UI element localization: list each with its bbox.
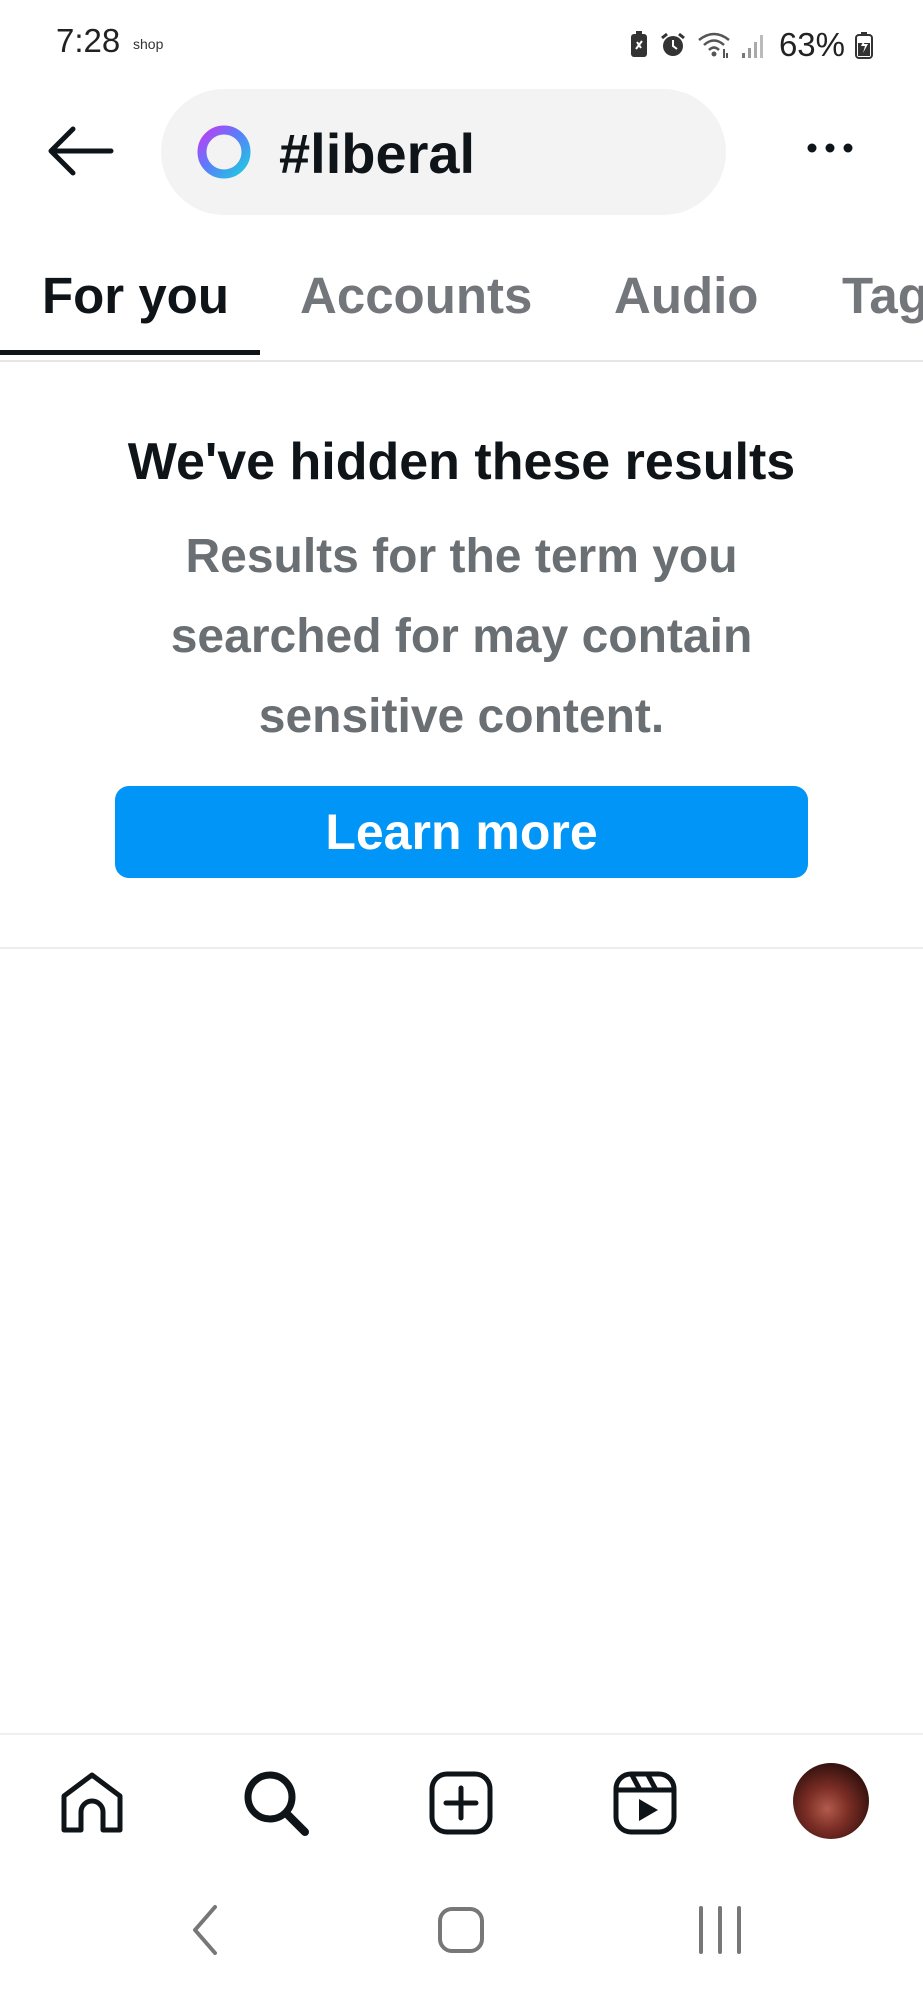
- battery-percentage: 63%: [778, 26, 845, 63]
- tab-accounts[interactable]: Accounts: [300, 266, 532, 325]
- learn-more-button[interactable]: Learn more: [115, 786, 808, 878]
- battery-icon: [855, 31, 873, 59]
- search-icon: [241, 1768, 311, 1843]
- bottom-navigation: [0, 1733, 923, 1869]
- reels-icon: [612, 1770, 678, 1841]
- tab-for-you[interactable]: For you: [42, 266, 229, 325]
- hashtag-ring-icon: [196, 124, 252, 180]
- search-tabs: For you Accounts Audio Tags: [0, 258, 923, 362]
- more-options-button[interactable]: [795, 120, 865, 180]
- system-recents-button[interactable]: [685, 1897, 755, 1967]
- wifi-icon: [697, 31, 731, 59]
- nav-home[interactable]: [52, 1765, 132, 1845]
- system-back-button[interactable]: [170, 1897, 240, 1967]
- battery-saver-icon: [629, 31, 649, 59]
- home-icon: [57, 1770, 127, 1841]
- arrow-left-icon: [45, 126, 115, 181]
- status-time: 7:28: [56, 22, 121, 59]
- back-button[interactable]: [40, 120, 120, 186]
- search-query: #liberal: [279, 122, 476, 185]
- nav-create[interactable]: [421, 1765, 501, 1845]
- divider: [0, 947, 923, 949]
- status-bar: 7:28 shop 63%: [0, 0, 923, 90]
- nav-search[interactable]: [236, 1765, 316, 1845]
- signal-icon: [741, 31, 767, 59]
- notice-body: Results for the term you searched for ma…: [170, 530, 753, 743]
- plus-square-icon: [428, 1770, 494, 1841]
- recents-icon: [695, 1905, 745, 1960]
- notice-title: We've hidden these results: [127, 433, 796, 491]
- active-tab-indicator: [0, 350, 260, 355]
- search-bar[interactable]: #liberal: [161, 89, 726, 215]
- chevron-left-icon: [185, 1903, 225, 1962]
- system-navigation-bar: [0, 1867, 923, 2000]
- nav-profile-avatar[interactable]: [793, 1763, 869, 1839]
- nav-reels[interactable]: [605, 1765, 685, 1845]
- tab-audio[interactable]: Audio: [614, 266, 758, 325]
- status-icons: 63%: [629, 24, 873, 66]
- tab-tags[interactable]: Tags: [842, 266, 923, 325]
- status-notification-label: shop: [133, 36, 164, 52]
- alarm-icon: [659, 31, 687, 59]
- system-home-button[interactable]: [426, 1897, 496, 1967]
- home-square-icon: [436, 1905, 486, 1960]
- more-horizontal-icon: [805, 141, 855, 160]
